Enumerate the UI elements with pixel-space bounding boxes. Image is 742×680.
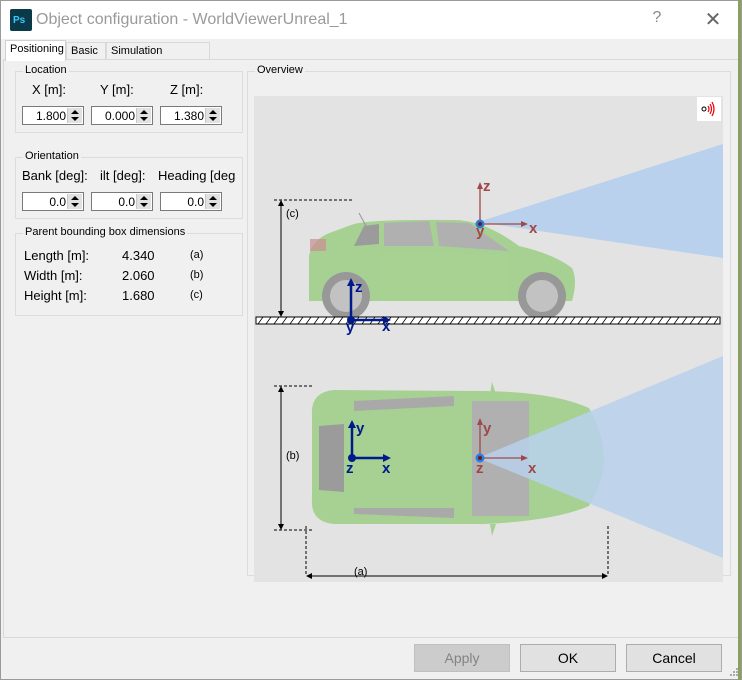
app-icon-text: Ps	[13, 15, 26, 26]
y-spinbox[interactable]: 0.000	[91, 106, 153, 125]
spin-up-icon[interactable]	[209, 196, 217, 200]
bounding-box-group: Parent bounding box dimensions Length [m…	[15, 226, 243, 316]
tilt-spin-buttons[interactable]	[136, 194, 151, 209]
length-arrow-right	[602, 573, 608, 579]
overview-drawing	[255, 144, 723, 579]
sensor-wave-icon	[701, 101, 715, 117]
width-value: 2.060	[122, 268, 155, 283]
sensor-type-button[interactable]	[697, 97, 721, 121]
spin-down-icon[interactable]	[71, 117, 79, 121]
window-edge	[738, 0, 741, 680]
bank-spin-buttons[interactable]	[67, 194, 82, 209]
z-spinbox[interactable]: 1.380	[160, 106, 222, 125]
tab-positioning[interactable]: Positioning	[5, 40, 66, 61]
height-label: Height [m]:	[24, 288, 87, 303]
spin-up-icon[interactable]	[140, 110, 148, 114]
top-sensor-y-label: y	[483, 420, 492, 437]
side-vehicle-x-label: x	[382, 318, 391, 335]
z-value[interactable]: 1.380	[174, 109, 204, 123]
positioning-page: Location X [m]: Y [m]: Z [m]: 1.800 0.00…	[3, 59, 740, 638]
overview-canvas: (c) z y x z y x (b) (a) y z x y z x	[254, 96, 723, 582]
top-fov-cone	[478, 356, 723, 558]
width-arrow-bottom	[278, 524, 284, 530]
width-label: Width [m]:	[24, 268, 83, 283]
side-vehicle-z-label: z	[355, 279, 363, 296]
length-tag: (a)	[190, 249, 204, 261]
help-button[interactable]: ?	[647, 9, 667, 27]
z-spin-buttons[interactable]	[205, 108, 220, 123]
location-group: Location X [m]: Y [m]: Z [m]: 1.800 0.00…	[15, 64, 243, 133]
tilt-label: ilt [deg]:	[100, 168, 146, 183]
overview-legend: Overview	[255, 64, 305, 76]
location-legend: Location	[23, 64, 69, 76]
y-label: Y [m]:	[100, 82, 134, 97]
x-spinbox[interactable]: 1.800	[22, 106, 84, 125]
tilt-value[interactable]: 0.0	[118, 195, 135, 209]
width-arrow-top	[278, 386, 284, 392]
dialog-window: Ps Object configuration - WorldViewerUnr…	[0, 0, 742, 680]
bank-spinbox[interactable]: 0.0	[22, 192, 84, 211]
top-sensor-x-label: x	[528, 460, 537, 477]
y-value[interactable]: 0.000	[105, 109, 135, 123]
orientation-group: Orientation Bank [deg]: ilt [deg]: Headi…	[15, 150, 243, 219]
spin-down-icon[interactable]	[71, 203, 79, 207]
top-vehicle-z-label: z	[346, 460, 354, 477]
height-tag: (c)	[190, 289, 203, 301]
tilt-spinbox[interactable]: 0.0	[91, 192, 153, 211]
window-title: Object configuration - WorldViewerUnreal…	[36, 11, 348, 28]
orientation-legend: Orientation	[23, 150, 81, 162]
x-spin-buttons[interactable]	[67, 108, 82, 123]
z-label: Z [m]:	[170, 82, 204, 97]
x-label: X [m]:	[32, 82, 66, 97]
spin-down-icon[interactable]	[209, 117, 217, 121]
side-sensor-x-label: x	[529, 220, 538, 237]
height-arrow-top	[278, 200, 284, 206]
overview-group: Overview (c) z y x z y x (b) (a) y z x y…	[247, 64, 731, 582]
heading-label: Heading [deg	[158, 168, 236, 183]
tab-basic[interactable]: Basic	[66, 42, 106, 59]
side-vehicle-y-label: y	[346, 319, 355, 336]
length-arrow-left	[306, 573, 312, 579]
height-arrow-bottom	[278, 311, 284, 317]
spin-up-icon[interactable]	[71, 110, 79, 114]
top-vehicle-y-label: y	[356, 420, 365, 437]
cancel-button[interactable]: Cancel	[626, 644, 722, 672]
side-sensor-y-label: y	[476, 223, 485, 240]
y-spin-buttons[interactable]	[136, 108, 151, 123]
side-fov-cone	[478, 144, 723, 258]
bank-value[interactable]: 0.0	[49, 195, 66, 209]
spin-down-icon[interactable]	[140, 117, 148, 121]
ok-button[interactable]: OK	[520, 644, 616, 672]
app-icon: Ps	[10, 9, 32, 31]
spin-down-icon[interactable]	[140, 203, 148, 207]
heading-value[interactable]: 0.0	[187, 195, 204, 209]
title-bar[interactable]: Ps Object configuration - WorldViewerUnr…	[1, 1, 741, 39]
top-sensor-z-label: z	[476, 460, 484, 477]
spin-up-icon[interactable]	[140, 196, 148, 200]
height-value: 1.680	[122, 288, 155, 303]
tab-simulation-settings[interactable]: Simulation Settings	[106, 42, 210, 74]
apply-button[interactable]: Apply	[414, 644, 510, 672]
spin-up-icon[interactable]	[71, 196, 79, 200]
close-button[interactable]: ✕	[700, 7, 726, 32]
side-sensor-z-label: z	[483, 178, 491, 195]
x-value[interactable]: 1.800	[36, 109, 66, 123]
heading-spinbox[interactable]: 0.0	[160, 192, 222, 211]
width-dim-label: (b)	[286, 450, 300, 462]
top-vehicle-x-label: x	[382, 460, 391, 477]
spin-down-icon[interactable]	[209, 203, 217, 207]
heading-spin-buttons[interactable]	[205, 194, 220, 209]
width-tag: (b)	[190, 269, 204, 281]
bounding-box-legend: Parent bounding box dimensions	[23, 226, 188, 238]
resize-grip-icon[interactable]	[730, 668, 738, 676]
length-dim-label: (a)	[354, 566, 368, 578]
spin-up-icon[interactable]	[209, 110, 217, 114]
length-value: 4.340	[122, 248, 155, 263]
bank-label: Bank [deg]:	[22, 168, 88, 183]
length-label: Length [m]:	[24, 248, 90, 263]
height-dim-label: (c)	[286, 208, 299, 220]
